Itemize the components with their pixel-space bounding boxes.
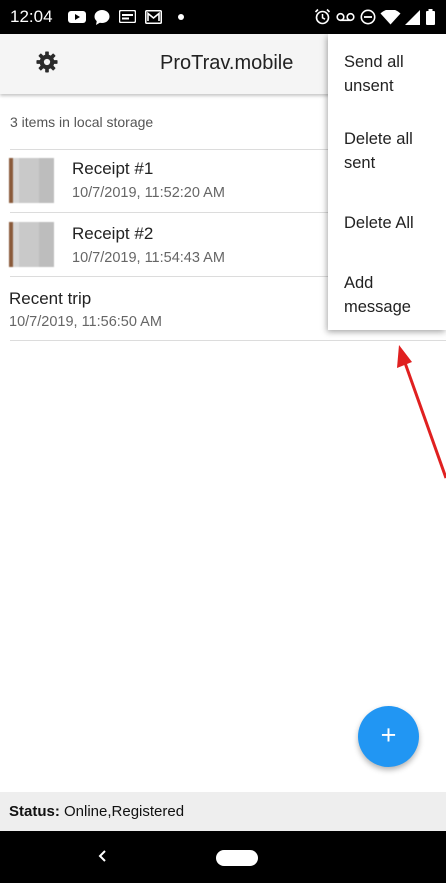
status-value: Online,Registered (59, 803, 185, 820)
back-chevron-icon[interactable] (95, 847, 109, 865)
status-footer: Status: Online,Registered (0, 792, 446, 831)
home-pill-button[interactable] (216, 850, 258, 866)
plus-icon: + (380, 720, 397, 750)
status-label: Status: (9, 803, 60, 820)
system-nav-bar (0, 831, 446, 883)
add-item-fab[interactable]: + (358, 706, 419, 767)
connection-status: Status: Online,Registered (9, 803, 184, 820)
